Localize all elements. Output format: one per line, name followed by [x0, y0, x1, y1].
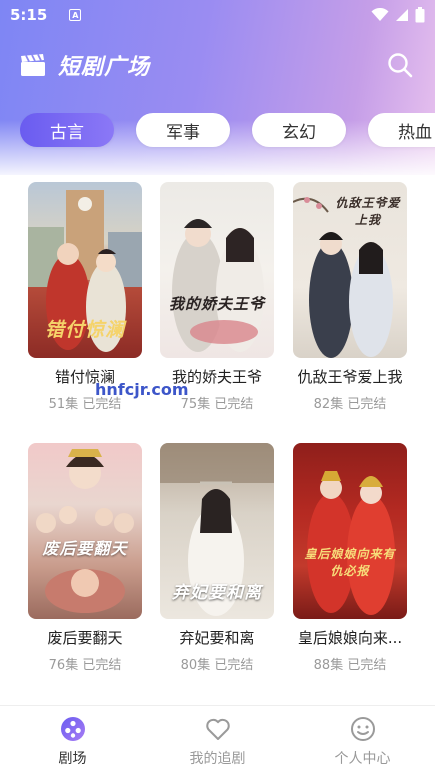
- drama-card[interactable]: 仇敌王爷爱上我 仇敌王爷爱上我 82集 已完结: [293, 182, 407, 412]
- status-time: 5:15: [10, 6, 48, 24]
- drama-meta: 88集 已完结: [313, 658, 387, 673]
- drama-meta: 82集 已完结: [313, 397, 387, 412]
- drama-poster[interactable]: 错付惊澜: [28, 182, 142, 358]
- nav-profile[interactable]: 个人中心: [290, 706, 435, 775]
- drama-title: 弃妃要和离: [179, 629, 255, 647]
- watermark: hnfcjr.com: [95, 380, 189, 399]
- page-title: 短剧广场: [58, 55, 151, 80]
- notification-icon: A: [69, 9, 82, 21]
- heart-icon: [205, 718, 230, 740]
- status-bar: 5:15 A: [0, 0, 435, 30]
- drama-poster[interactable]: 废后要翻天: [28, 443, 142, 619]
- poster-title-art: 废后要翻天: [42, 539, 128, 558]
- nav-theater[interactable]: 剧场: [0, 706, 145, 775]
- tab-guyan[interactable]: 古言: [20, 113, 114, 147]
- search-button[interactable]: [385, 50, 415, 80]
- tab-rexue[interactable]: 热血: [368, 113, 435, 147]
- drama-poster[interactable]: 皇后娘娘向来有仇必报: [293, 443, 407, 619]
- drama-card[interactable]: 皇后娘娘向来有仇必报 皇后娘娘向来... 88集 已完结: [293, 443, 407, 673]
- drama-card[interactable]: 我的娇夫王爷 我的娇夫王爷 75集 已完结: [160, 182, 274, 412]
- poster-art: [307, 471, 395, 615]
- theater-icon: [60, 717, 85, 741]
- signal-icon: [396, 9, 408, 21]
- drama-poster[interactable]: 仇敌王爷爱上我: [293, 182, 407, 358]
- poster-art: [36, 449, 134, 613]
- search-icon: [388, 53, 413, 78]
- poster-title-art: 我的娇夫王爷: [168, 295, 265, 313]
- nav-label: 个人中心: [334, 751, 391, 767]
- drama-title: 仇敌王爷爱上我: [297, 368, 403, 386]
- nav-label: 剧场: [58, 751, 87, 767]
- drama-card[interactable]: 弃妃要和离 弃妃要和离 80集 已完结: [160, 443, 274, 673]
- smiley-icon: [350, 717, 375, 741]
- wifi-icon: [371, 8, 389, 21]
- status-indicators: [371, 7, 425, 23]
- drama-meta: 76集 已完结: [48, 658, 122, 673]
- title-bar: 短剧广场: [0, 45, 435, 85]
- category-tabs: 古言 军事 玄幻 热血: [20, 113, 435, 151]
- poster-art: [172, 219, 264, 352]
- poster-title-art: 弃妃要和离: [172, 583, 262, 603]
- drama-poster[interactable]: 我的娇夫王爷: [160, 182, 274, 358]
- tab-junshi[interactable]: 军事: [136, 113, 230, 147]
- drama-meta: 80集 已完结: [180, 658, 254, 673]
- bottom-nav: 剧场 我的追剧 个人中心: [0, 705, 435, 775]
- drama-card[interactable]: 错付惊澜 错付惊澜 51集 已完结: [28, 182, 142, 412]
- drama-title: 皇后娘娘向来...: [297, 629, 403, 647]
- drama-card[interactable]: 废后要翻天 废后要翻天 76集 已完结: [28, 443, 142, 673]
- nav-label: 我的追剧: [189, 751, 246, 767]
- drama-poster[interactable]: 弃妃要和离: [160, 443, 274, 619]
- poster-title-art: 皇后娘娘向来有仇必报: [304, 547, 396, 578]
- poster-title-art: 错付惊澜: [44, 319, 125, 341]
- battery-icon: [415, 7, 425, 23]
- drama-title: 废后要翻天: [47, 629, 123, 647]
- tab-xuanhuan[interactable]: 玄幻: [252, 113, 346, 147]
- nav-my-follow[interactable]: 我的追剧: [145, 706, 290, 775]
- poster-title-art: 仇敌王爷爱上我: [335, 196, 401, 227]
- clapperboard-icon: [21, 54, 45, 76]
